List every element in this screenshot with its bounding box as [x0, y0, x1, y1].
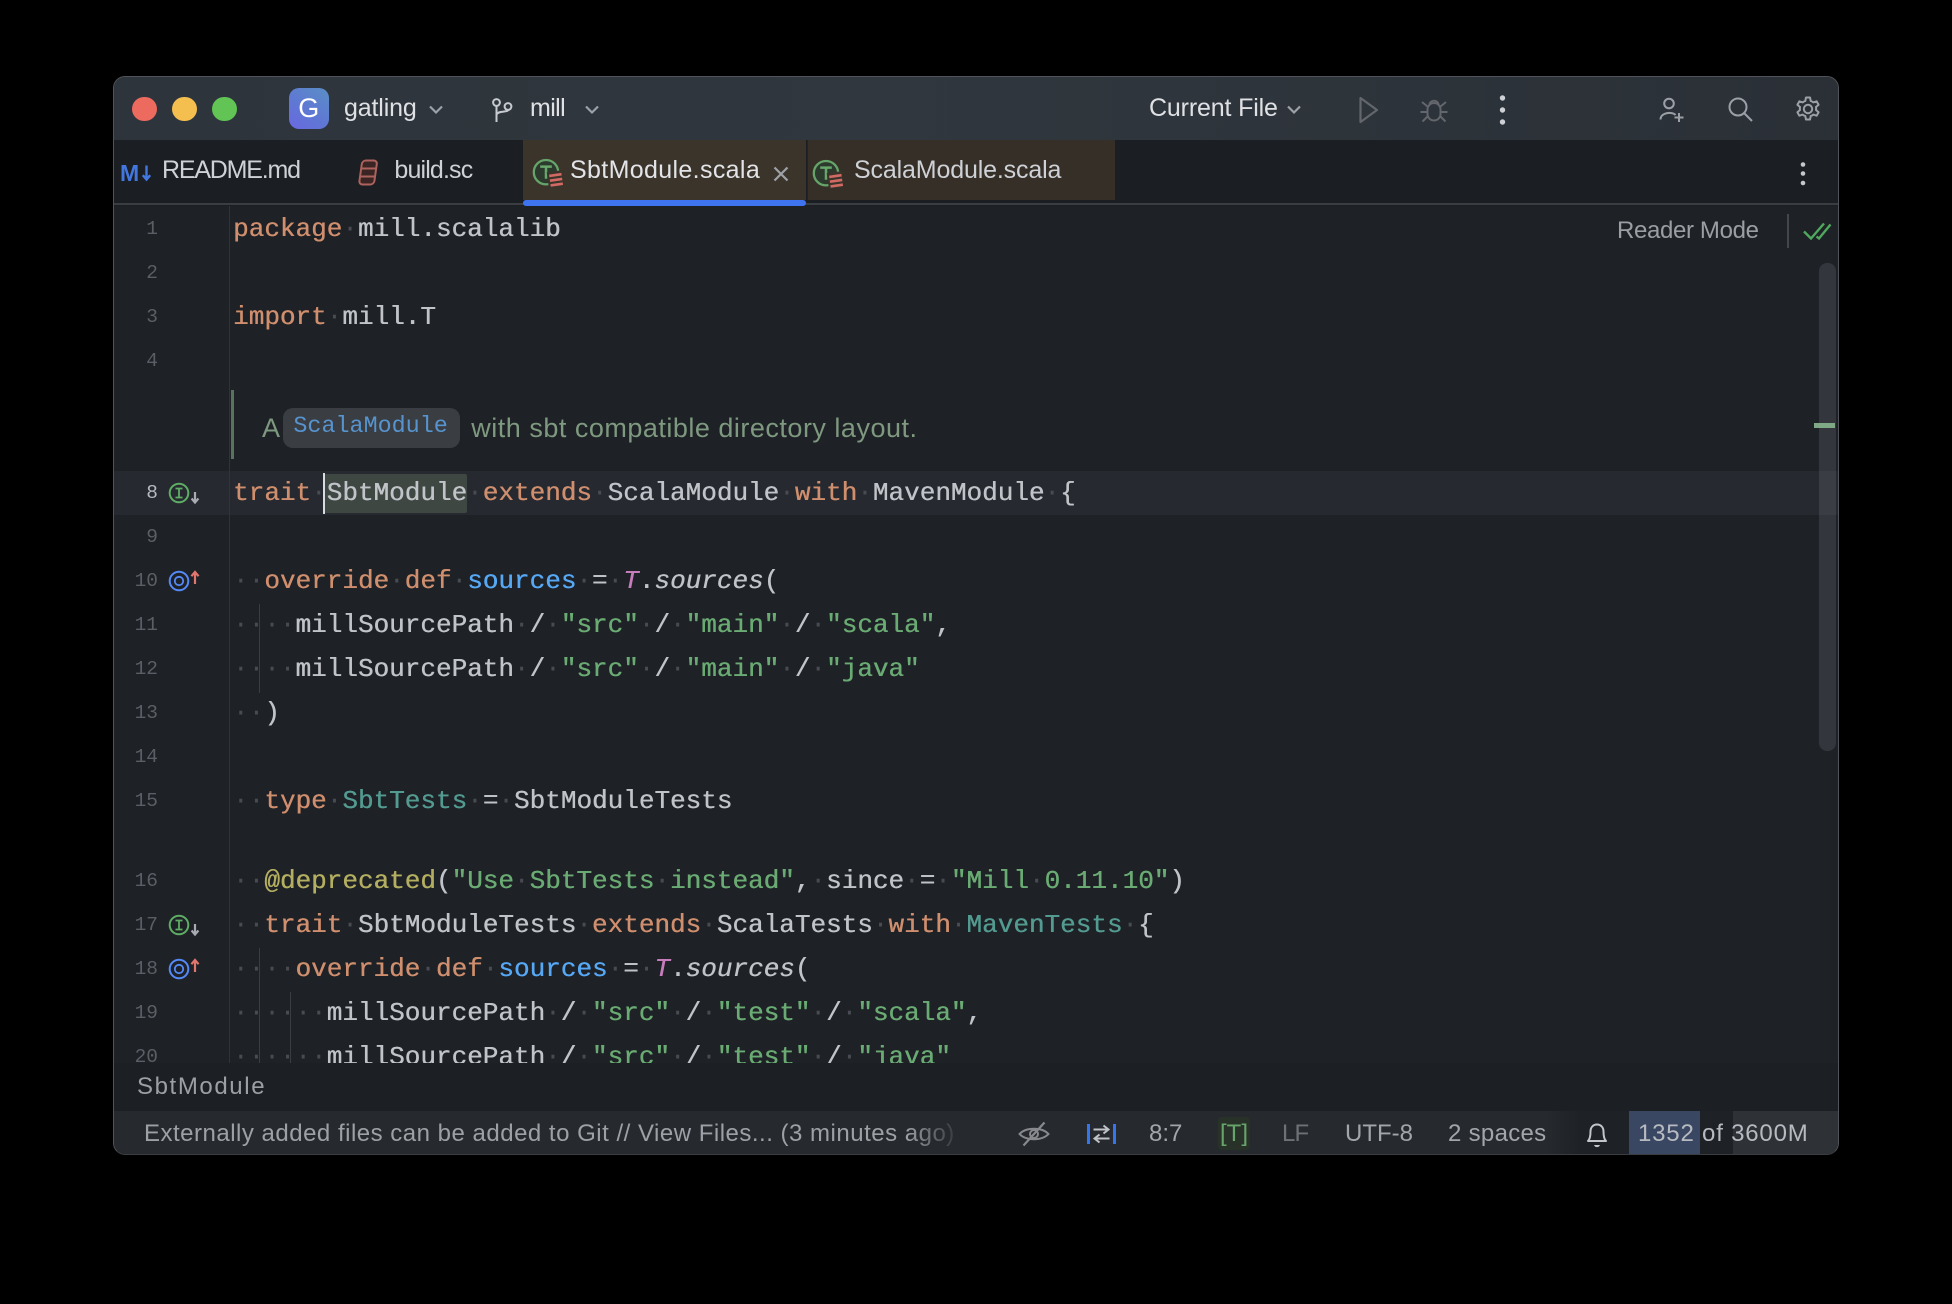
- svg-text:M: M: [120, 161, 139, 185]
